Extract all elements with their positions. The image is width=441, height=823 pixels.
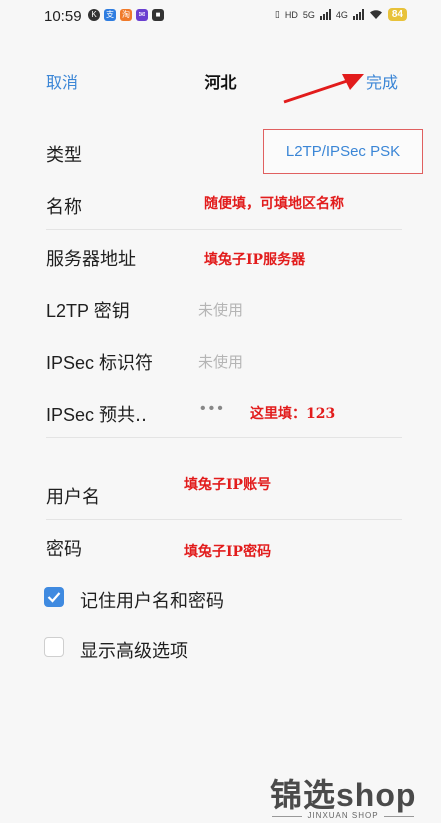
type-label: 类型	[46, 145, 82, 165]
vpn-edit-screen: 10:59 K 支 淘 ✉ ■ ▯ HD 5G 4G 84 取消 河北 完成 类…	[0, 0, 441, 823]
ipsec-psk-input[interactable]: •••	[200, 400, 226, 418]
password-note: 填兔子IP密码	[184, 544, 272, 560]
divider	[46, 437, 402, 438]
hd-label: HD	[284, 9, 298, 20]
notification-icons: K 支 淘 ✉ ■	[88, 9, 164, 21]
app-purple-icon: ✉	[136, 9, 148, 21]
watermark-main: 锦选shop	[270, 777, 417, 813]
remember-checkbox[interactable]	[44, 587, 64, 607]
status-bar: 10:59 K 支 淘 ✉ ■ ▯ HD 5G 4G 84	[0, 0, 441, 32]
wifi-icon	[369, 10, 382, 19]
psk-note: 这里填：123	[250, 406, 336, 422]
network-4g-label: 4G	[335, 9, 348, 20]
ipsec-psk-row[interactable]: IPSec 预共‥ •••	[46, 388, 402, 438]
status-time: 10:59	[44, 8, 82, 25]
remember-label: 记住用户名和密码	[80, 591, 224, 611]
name-label: 名称	[46, 197, 82, 217]
divider	[46, 519, 402, 520]
app-blue-icon: 支	[104, 9, 116, 21]
l2tp-secret-label: L2TP 密钥	[46, 301, 130, 321]
username-label: 用户名	[46, 487, 100, 507]
app-dark-icon: ■	[152, 9, 164, 21]
type-value: L2TP/IPSec PSK	[285, 143, 401, 160]
password-label: 密码	[46, 539, 82, 559]
ipsec-id-row[interactable]: IPSec 标识符 未使用	[46, 336, 402, 386]
arrow-annotation-icon	[283, 74, 364, 104]
username-note: 填兔子IP账号	[184, 477, 272, 493]
watermark-logo: 锦选shop JINXUAN SHOP	[268, 770, 418, 820]
status-right-icons: ▯ HD 5G 4G 84	[275, 8, 407, 21]
advanced-label: 显示高级选项	[80, 641, 188, 661]
signal-icon-2	[352, 9, 364, 20]
remember-credentials-option[interactable]: 记住用户名和密码	[44, 584, 344, 612]
checkmark-icon	[47, 592, 61, 603]
divider	[384, 816, 414, 817]
ipsec-psk-label: IPSec 预共‥	[46, 405, 148, 425]
vibrate-icon: ▯	[274, 9, 280, 19]
l2tp-secret-input[interactable]: 未使用	[198, 299, 243, 320]
network-5g-label: 5G	[302, 9, 315, 20]
server-note: 填兔子IP服务器	[204, 252, 306, 268]
ipsec-id-input[interactable]: 未使用	[198, 351, 243, 372]
top-bar: 取消 河北 完成	[0, 60, 441, 100]
name-note: 随便填，可填地区名称	[204, 196, 344, 212]
advanced-options-option[interactable]: 显示高级选项	[44, 634, 344, 662]
l2tp-secret-row[interactable]: L2TP 密钥 未使用	[46, 284, 402, 334]
divider	[46, 229, 402, 230]
ipsec-id-label: IPSec 标识符	[46, 353, 154, 373]
app-k-icon: K	[88, 9, 100, 21]
type-select[interactable]: L2TP/IPSec PSK	[263, 129, 423, 174]
signal-icon	[319, 9, 331, 20]
app-orange-icon: 淘	[120, 9, 132, 21]
done-button[interactable]: 完成	[366, 69, 398, 93]
battery-level: 84	[387, 8, 407, 21]
server-label: 服务器地址	[46, 249, 136, 269]
advanced-checkbox[interactable]	[44, 637, 64, 657]
